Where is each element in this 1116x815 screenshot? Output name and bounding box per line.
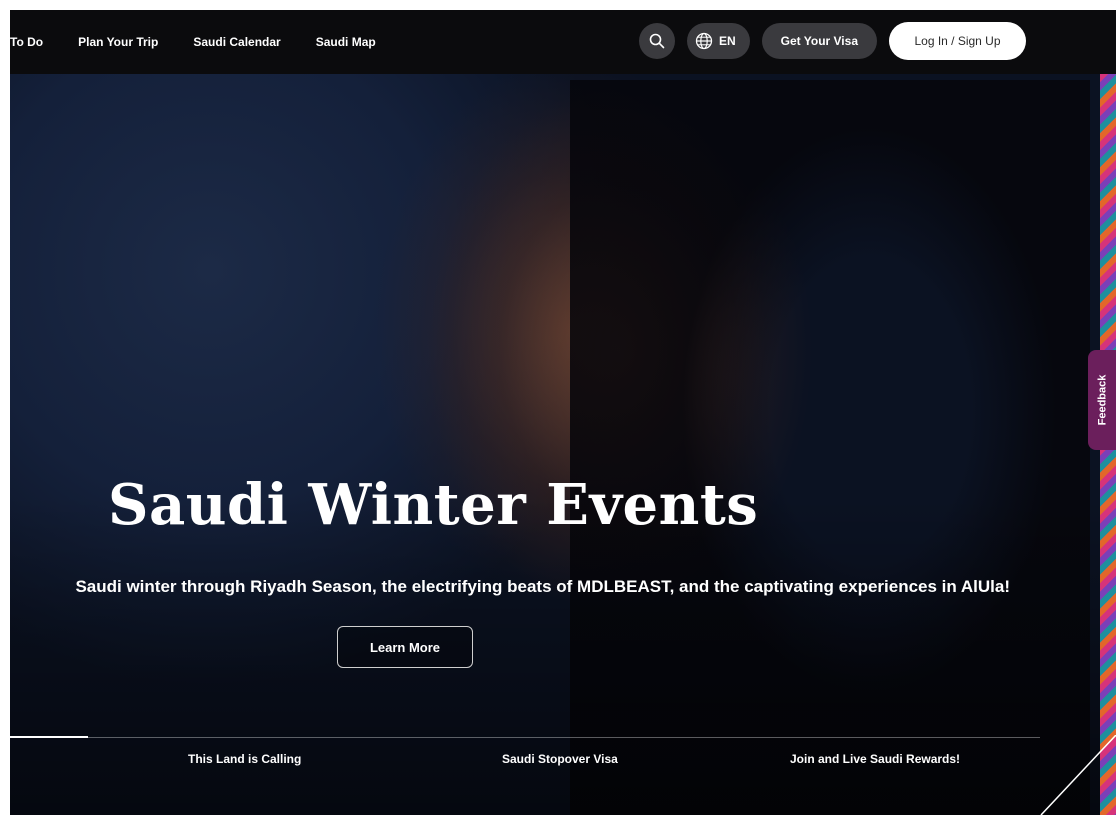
top-navigation: To Do Plan Your Trip Saudi Calendar Saud… xyxy=(10,10,1116,74)
carousel-progress-indicator xyxy=(10,736,88,738)
learn-more-button[interactable]: Learn More xyxy=(337,626,473,668)
feedback-label: Feedback xyxy=(1096,374,1108,426)
feedback-tab[interactable]: Feedback xyxy=(1088,350,1116,450)
carousel-tab-saudi-rewards[interactable]: Join and Live Saudi Rewards! xyxy=(790,752,960,766)
language-selector[interactable]: EN xyxy=(686,23,750,59)
search-button[interactable] xyxy=(638,23,675,59)
nav-link-plan-your-trip[interactable]: Plan Your Trip xyxy=(78,35,158,49)
globe-icon xyxy=(695,32,713,50)
language-code: EN xyxy=(718,34,736,48)
nav-actions: EN Get Your Visa Log In / Sign Up xyxy=(638,22,1026,60)
carousel-tab-this-land-is-calling[interactable]: This Land is Calling xyxy=(188,752,301,766)
carousel-progress-track xyxy=(10,736,1040,738)
hero-title: Saudi Winter Events xyxy=(108,472,759,538)
nav-links: To Do Plan Your Trip Saudi Calendar Saud… xyxy=(10,10,411,74)
nav-link-saudi-calendar[interactable]: Saudi Calendar xyxy=(193,35,280,49)
login-signup-button[interactable]: Log In / Sign Up xyxy=(889,22,1026,60)
get-your-visa-button[interactable]: Get Your Visa xyxy=(761,23,877,59)
hero-background-image xyxy=(390,70,1090,815)
hero-background-shadow xyxy=(570,80,1090,815)
nav-link-saudi-map[interactable]: Saudi Map xyxy=(316,35,376,49)
carousel-tab-saudi-stopover-visa[interactable]: Saudi Stopover Visa xyxy=(502,752,618,766)
hero-viewport: To Do Plan Your Trip Saudi Calendar Saud… xyxy=(10,10,1116,815)
nav-link-to-do[interactable]: To Do xyxy=(10,35,43,49)
hero-bottom-gradient xyxy=(10,495,1116,815)
hero-subtitle: Saudi winter through Riyadh Season, the … xyxy=(75,577,1010,596)
search-icon xyxy=(649,33,665,49)
